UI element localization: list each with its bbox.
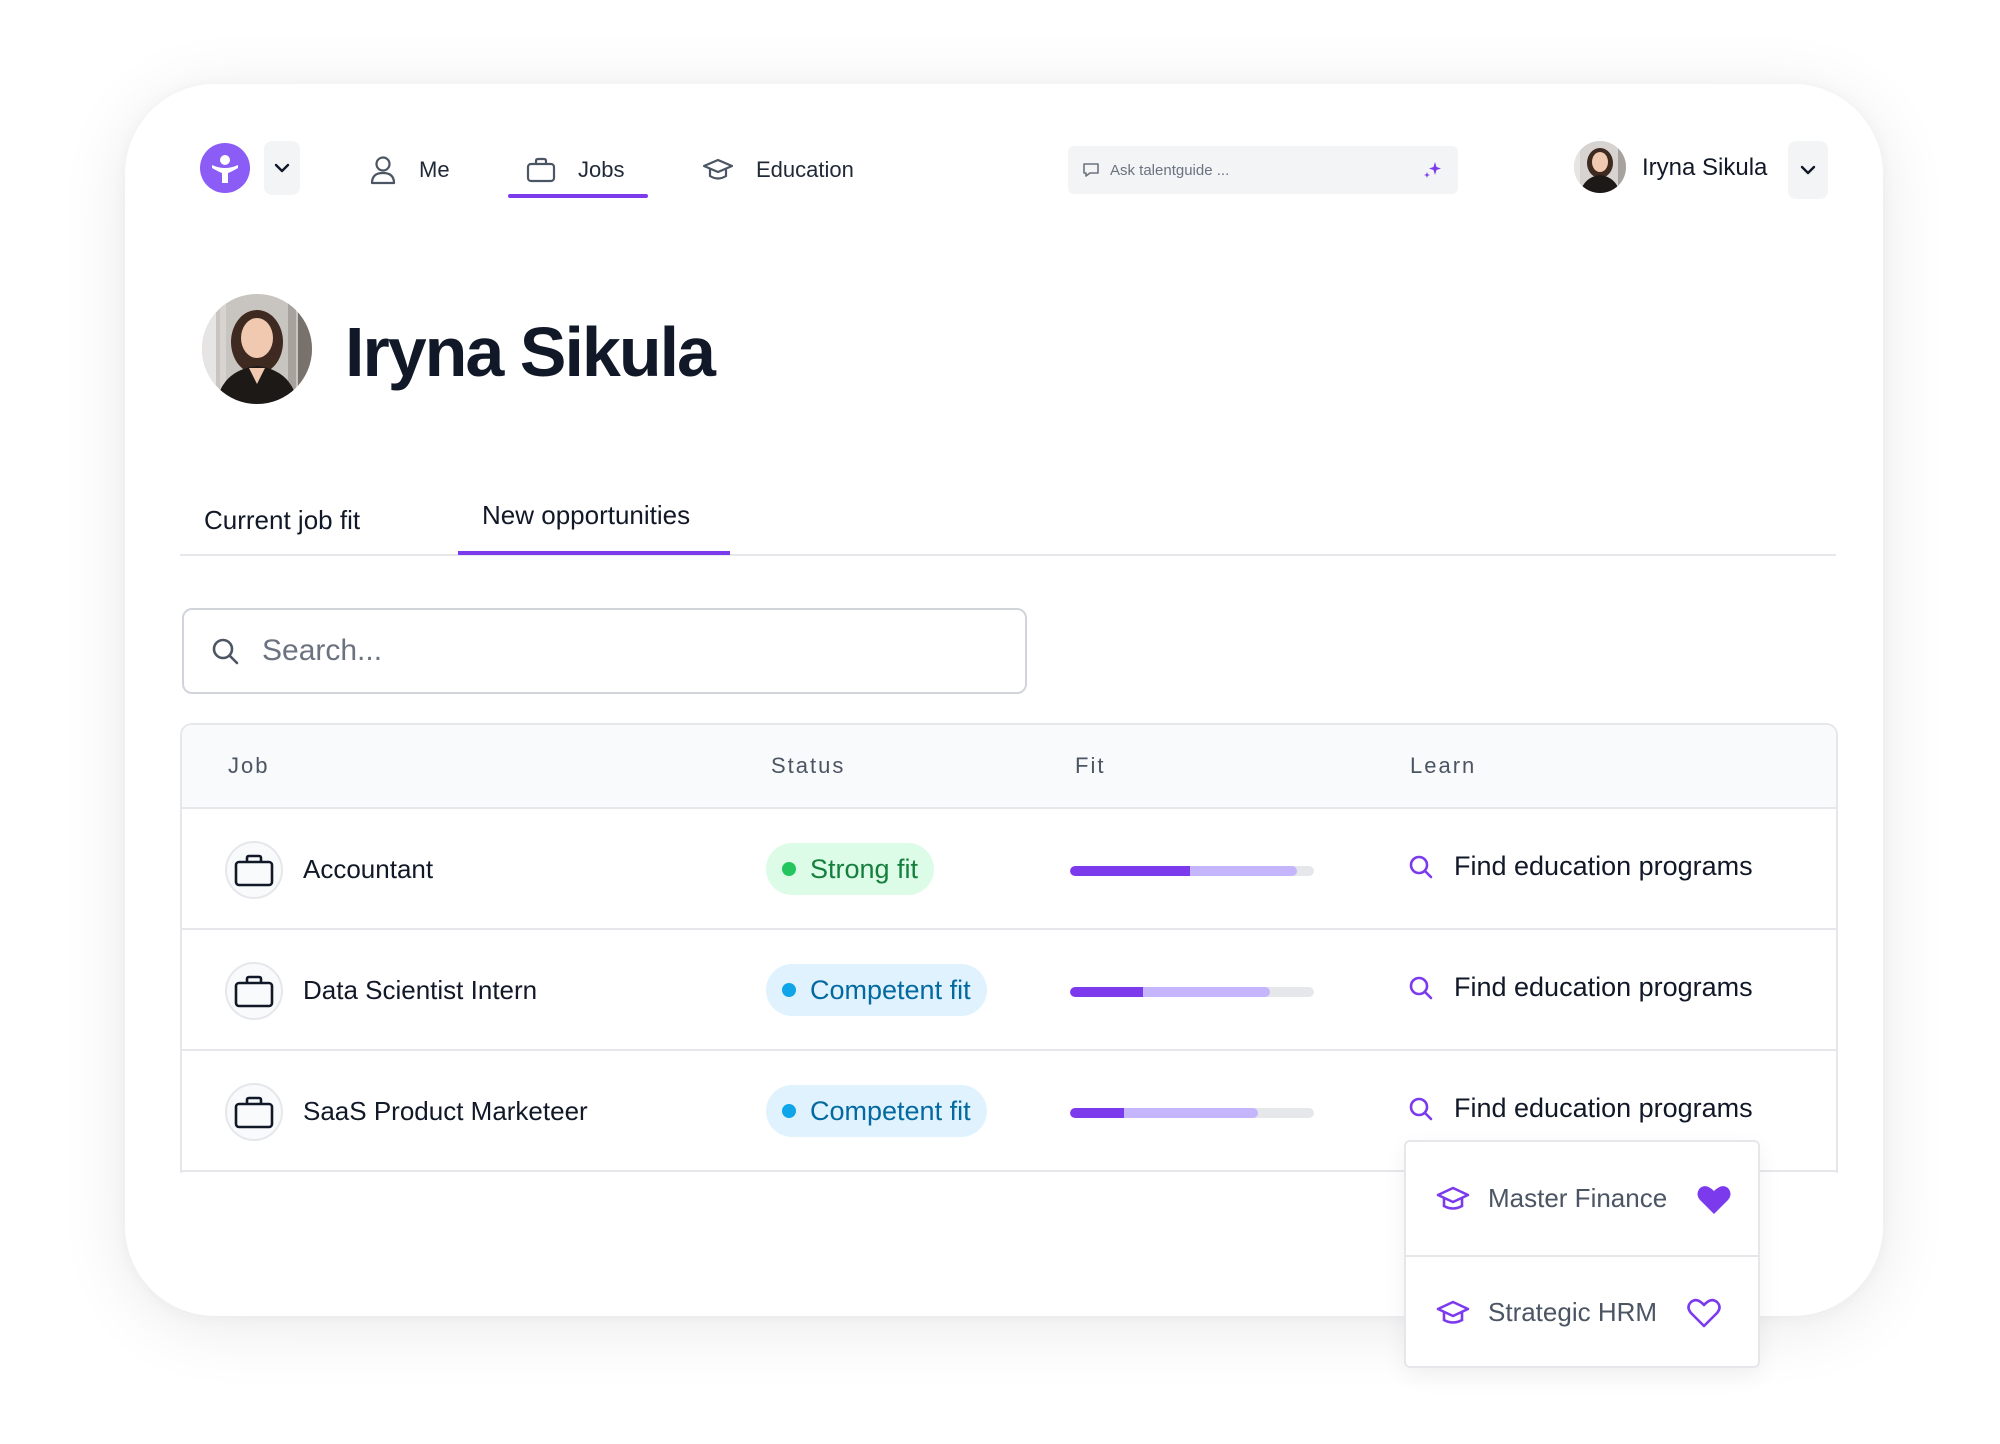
- search-icon: [1409, 855, 1433, 878]
- chat-bubble-icon: [1083, 163, 1099, 177]
- app-logo[interactable]: [200, 143, 250, 193]
- job-title[interactable]: Accountant: [303, 854, 433, 885]
- column-header-learn[interactable]: Learn: [1410, 753, 1476, 779]
- chevron-down-icon: [1800, 165, 1816, 175]
- job-icon: [225, 841, 283, 899]
- table-row[interactable]: Data Scientist Intern Competent fit Find…: [182, 930, 1836, 1051]
- job-title[interactable]: SaaS Product Marketeer: [303, 1096, 588, 1127]
- graduation-cap-icon: [1436, 1186, 1470, 1210]
- find-education-link[interactable]: Find education programs: [1408, 851, 1753, 882]
- user-name[interactable]: Iryna Sikula: [1642, 154, 1767, 182]
- user-icon: [370, 156, 396, 185]
- user-menu-button[interactable]: [1788, 141, 1828, 199]
- fit-bar: [1070, 866, 1314, 876]
- briefcase-icon: [234, 1096, 274, 1129]
- fit-bar-primary: [1070, 1108, 1124, 1118]
- job-icon: [225, 962, 283, 1020]
- search-input[interactable]: [262, 634, 962, 668]
- tab-new-opportunities[interactable]: New opportunities: [482, 500, 690, 531]
- avatar-photo: [1574, 141, 1626, 193]
- briefcase-icon: [234, 975, 274, 1008]
- column-header-status[interactable]: Status: [771, 753, 845, 779]
- status-badge: Competent fit: [766, 1085, 987, 1137]
- search-icon: [1409, 1097, 1433, 1120]
- nav-item-jobs[interactable]: Jobs: [526, 143, 624, 197]
- job-title[interactable]: Data Scientist Intern: [303, 975, 537, 1006]
- nav-item-label: Me: [419, 157, 450, 182]
- search-icon: [1409, 976, 1433, 999]
- briefcase-icon: [526, 157, 556, 183]
- fit-bar-primary: [1070, 866, 1190, 876]
- table-row[interactable]: Accountant Strong fit Find education pro…: [182, 809, 1836, 930]
- tab-active-indicator: [458, 551, 730, 555]
- status-badge: Strong fit: [766, 843, 935, 895]
- nav-item-me[interactable]: Me: [369, 143, 450, 197]
- find-education-link[interactable]: Find education programs: [1408, 972, 1753, 1003]
- chevron-down-icon: [274, 163, 290, 173]
- status-label: Competent fit: [810, 974, 971, 1005]
- fit-bar: [1070, 987, 1314, 997]
- status-label: Competent fit: [810, 1095, 971, 1126]
- column-header-job[interactable]: Job: [228, 753, 269, 779]
- program-item-master-finance[interactable]: Master Finance: [1406, 1142, 1758, 1255]
- column-header-fit[interactable]: Fit: [1075, 753, 1105, 779]
- user-avatar[interactable]: [1574, 141, 1626, 193]
- briefcase-icon: [234, 854, 274, 887]
- find-education-label: Find education programs: [1454, 972, 1753, 1002]
- search-icon: [212, 638, 239, 665]
- workspace-switcher-button[interactable]: [264, 141, 300, 195]
- ask-talentguide-input[interactable]: Ask talentguide ...: [1068, 146, 1458, 194]
- program-label: Strategic HRM: [1488, 1297, 1658, 1327]
- heart-filled-icon[interactable]: [1696, 1184, 1732, 1216]
- education-programs-dropdown: Master Finance Strategic HRM: [1404, 1140, 1760, 1368]
- find-education-link[interactable]: Find education programs: [1408, 1093, 1753, 1124]
- program-item-strategic-hrm[interactable]: Strategic HRM: [1406, 1255, 1758, 1368]
- sparkle-icon[interactable]: [1422, 159, 1444, 181]
- status-dot: [782, 862, 796, 876]
- program-label: Master Finance: [1488, 1183, 1668, 1213]
- nav-item-label: Education: [756, 157, 854, 182]
- avatar-photo: [202, 294, 312, 404]
- ask-talentguide-placeholder: Ask talentguide ...: [1110, 161, 1230, 179]
- graduation-cap-icon: [1436, 1300, 1470, 1324]
- tab-current-job-fit[interactable]: Current job fit: [204, 505, 360, 536]
- nav-item-label: Jobs: [578, 157, 625, 182]
- fit-bar: [1070, 1108, 1314, 1118]
- status-label: Strong fit: [810, 853, 919, 884]
- graduation-cap-icon: [702, 158, 734, 180]
- fit-bar-primary: [1070, 987, 1144, 997]
- profile-avatar: [202, 294, 312, 404]
- job-icon: [225, 1083, 283, 1141]
- status-dot: [782, 983, 796, 997]
- table-header: Job Status Fit Learn: [182, 725, 1836, 809]
- status-dot: [782, 1104, 796, 1118]
- page-title: Iryna Sikula: [345, 313, 716, 391]
- nav-active-indicator: [508, 194, 648, 198]
- status-badge: Competent fit: [766, 964, 987, 1016]
- search-field[interactable]: [182, 608, 1027, 694]
- logo-icon: [212, 155, 238, 183]
- tabs-divider: [180, 554, 1836, 556]
- heart-outline-icon[interactable]: [1686, 1297, 1722, 1329]
- jobs-table: Job Status Fit Learn Accountant Strong f…: [180, 723, 1838, 1173]
- find-education-label: Find education programs: [1454, 1093, 1753, 1123]
- find-education-label: Find education programs: [1454, 851, 1753, 881]
- nav-item-education[interactable]: Education: [702, 143, 854, 197]
